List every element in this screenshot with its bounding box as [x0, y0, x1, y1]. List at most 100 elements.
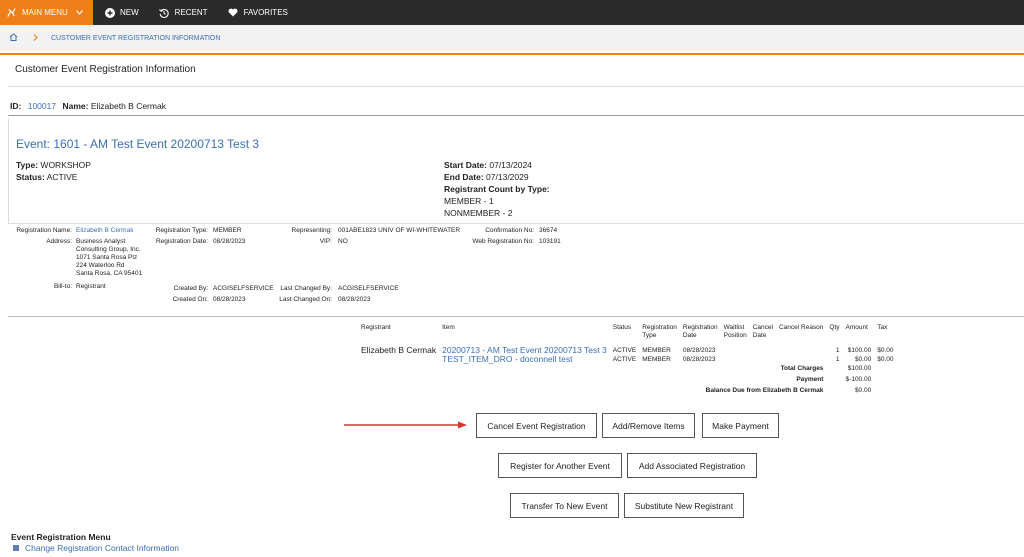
- end-date-label: End Date:: [444, 172, 484, 182]
- registration-date-value: 08/28/2023: [213, 238, 246, 245]
- add-remove-items-button[interactable]: Add/Remove Items: [602, 413, 695, 438]
- representing-value: 001ABE1823 UNIV OF WI-WHITEWATER: [338, 227, 461, 234]
- address-line: Business Analyst: [76, 238, 126, 245]
- total-charges-row: Total Charges $100.00: [358, 364, 897, 373]
- make-payment-button[interactable]: Make Payment: [702, 413, 779, 438]
- col-registrant: Registrant: [361, 324, 391, 331]
- registration-values-col3: 001ABE1823 UNIV OF WI-WHITEWATER NO: [338, 227, 468, 246]
- status-label: Status:: [16, 172, 45, 182]
- col-waitlist-line1: Waitlist: [723, 324, 745, 331]
- col-waitlist: Waitlist Position: [721, 324, 750, 340]
- address-line: Santa Rosa, CA 95401: [76, 270, 143, 277]
- item-tax: $0.00: [877, 347, 894, 354]
- menu-item-label[interactable]: Change Registration Contact Information: [25, 543, 179, 553]
- vip-label: VIP:: [319, 238, 332, 245]
- vip-value: NO: [338, 238, 348, 245]
- item-amount: $0.00: [854, 356, 872, 363]
- payment-label: Payment: [796, 376, 824, 383]
- changed-on-value: 08/28/2023: [338, 296, 371, 303]
- col-registration-date-line2: Date: [682, 332, 697, 339]
- name-label: Name:: [62, 101, 89, 111]
- payment-value: $-100.00: [845, 376, 872, 383]
- registration-name-label: Registration Name:: [16, 227, 72, 234]
- registrant-name: Elizabeth B Cermak: [361, 345, 437, 355]
- item-tax: $0.00: [877, 356, 894, 363]
- count-member: MEMBER - 1: [444, 196, 494, 206]
- item-link[interactable]: TEST_ITEM_DRO - doconnell test: [439, 355, 610, 364]
- col-status: Status: [612, 324, 632, 331]
- changed-values: ACGISELFSERVICE 08/28/2023: [338, 285, 418, 304]
- item-type: MEMBER: [642, 356, 671, 363]
- substitute-registrant-button[interactable]: Substitute New Registrant: [624, 493, 744, 518]
- created-by-label: Created By:: [173, 285, 208, 292]
- col-cancel-date-line1: Cancel: [752, 324, 773, 331]
- registration-labels-col4: Confirmation No: Web Registration No:: [460, 227, 534, 246]
- balance-row: Balance Due from Elizabeth B Cermak $0.0…: [358, 386, 897, 395]
- start-date-value: 07/13/2024: [489, 160, 532, 170]
- page-title: Customer Event Registration Information: [15, 64, 196, 75]
- item-date: 08/28/2023: [682, 356, 716, 363]
- register-another-event-button[interactable]: Register for Another Event: [498, 453, 622, 478]
- transfer-new-event-button[interactable]: Transfer To New Event: [510, 493, 619, 518]
- home-icon[interactable]: [9, 33, 18, 43]
- start-date-label: Start Date:: [444, 160, 487, 170]
- total-charges-label: Total Charges: [780, 365, 824, 372]
- col-cancel-reason: Cancel Reason: [778, 324, 824, 331]
- col-item: Item: [442, 324, 455, 331]
- address-line: 1071 Santa Rosa Plz: [76, 254, 138, 261]
- col-registration-type-line2: Type: [642, 332, 657, 339]
- registration-values-col2: MEMBER 08/28/2023: [213, 227, 273, 246]
- menu-item-change-contact[interactable]: Change Registration Contact Information: [13, 543, 179, 553]
- registration-labels-col3: Representing: VIP:: [270, 227, 332, 246]
- registration-values-col4: 36674 103191: [539, 227, 579, 246]
- table-row: TEST_ITEM_DRO - doconnell test ACTIVE ME…: [358, 355, 897, 364]
- balance-label: Balance Due from Elizabeth B Cermak: [705, 387, 824, 394]
- favorites-button[interactable]: FAVORITES: [228, 7, 288, 18]
- chevron-right-icon: [33, 33, 38, 43]
- address-line: 224 Waterloo Rd: [76, 262, 125, 269]
- annotation-arrow-icon: [344, 421, 467, 429]
- registration-labels-col1: Registration Name: Address: Bill-to:: [10, 227, 72, 291]
- new-button[interactable]: NEW: [104, 7, 139, 18]
- recent-button[interactable]: RECENT: [159, 7, 208, 18]
- event-type-status: Type: WORKSHOP Status: ACTIVE: [16, 159, 91, 183]
- representing-label: Representing:: [291, 227, 332, 234]
- cancel-event-registration-button[interactable]: Cancel Event Registration: [476, 413, 597, 438]
- item-amount: $100.00: [847, 347, 872, 354]
- divider: [8, 316, 1024, 317]
- col-tax: Tax: [877, 324, 888, 331]
- event-dates: Start Date: 07/13/2024 End Date: 07/13/2…: [444, 159, 550, 219]
- end-date-value: 07/13/2029: [486, 172, 529, 182]
- history-icon: [159, 7, 170, 18]
- breadcrumb-current[interactable]: CUSTOMER EVENT REGISTRATION INFORMATION: [51, 35, 220, 42]
- main-menu-button[interactable]: MAIN MENU: [0, 0, 93, 25]
- item-status: ACTIVE: [612, 347, 637, 354]
- top-navigation-bar: MAIN MENU NEW RECENT FAVORITES: [0, 0, 1024, 25]
- created-values: ACGISELFSERVICE 08/28/2023: [213, 285, 274, 304]
- customer-id-line: ID: 100017 Name: Elizabeth B Cermak: [10, 101, 166, 111]
- customer-id-link[interactable]: 100017: [28, 101, 56, 111]
- confirmation-value: 36674: [539, 227, 558, 234]
- logo-icon: [6, 7, 17, 18]
- add-associated-registration-button[interactable]: Add Associated Registration: [627, 453, 757, 478]
- event-title: Event: 1601 - AM Test Event 20200713 Tes…: [16, 137, 260, 151]
- item-status: ACTIVE: [612, 356, 637, 363]
- changed-on-label: Last Changed On:: [279, 296, 332, 303]
- col-waitlist-line2: Position: [723, 332, 747, 339]
- new-label: NEW: [120, 8, 139, 17]
- registration-type-value: MEMBER: [213, 227, 242, 234]
- payment-row: Payment $-100.00: [358, 375, 897, 384]
- heart-icon: [228, 7, 239, 18]
- registration-labels-col2: Registration Type: Registration Date:: [148, 227, 208, 246]
- web-registration-value: 103191: [539, 238, 561, 245]
- divider: [8, 86, 1024, 87]
- item-date: 08/28/2023: [682, 347, 716, 354]
- billto-value: Registrant: [76, 283, 106, 290]
- breadcrumb: CUSTOMER EVENT REGISTRATION INFORMATION: [0, 25, 1024, 51]
- type-value: WORKSHOP: [40, 160, 91, 170]
- chevron-down-icon: [75, 8, 83, 17]
- divider: [8, 115, 1024, 116]
- registration-items-table: Registrant Item Status Registration Type …: [358, 324, 897, 395]
- item-qty: 1: [835, 356, 840, 363]
- registration-name-link[interactable]: Elizabeth B Cermak: [76, 227, 150, 235]
